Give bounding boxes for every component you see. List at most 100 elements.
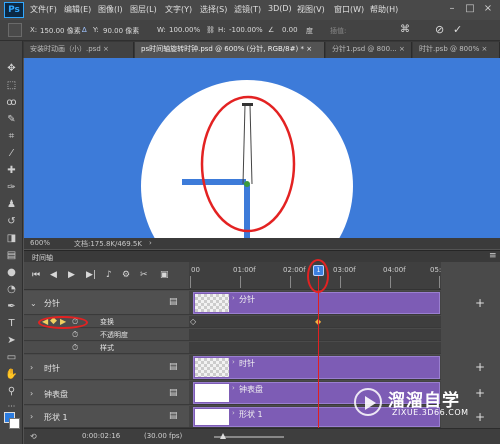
tab-document-1[interactable]: 安装时动画（小）.psd × <box>24 42 134 58</box>
playhead-line <box>318 272 319 428</box>
tab-close-icon[interactable]: × <box>103 45 109 53</box>
audio-icon[interactable]: ♪ <box>106 270 112 280</box>
layer-row-shape[interactable]: › 形状 1 ▤ <box>24 406 189 428</box>
h-field[interactable]: -100.00% <box>229 26 263 34</box>
zoom-level[interactable]: 600% <box>30 239 50 247</box>
check-icon[interactable]: ✓ <box>453 23 462 36</box>
pen-tool-icon[interactable]: ✒ <box>5 300 18 313</box>
menu-type[interactable]: 文字(Y) <box>165 4 192 15</box>
status-arrow-icon[interactable]: › <box>149 239 152 247</box>
dodge-tool-icon[interactable]: ◔ <box>5 283 18 296</box>
settings-icon[interactable]: ⚙ <box>122 270 130 280</box>
clip-hour-hand[interactable]: › 时针 <box>193 356 440 379</box>
expand-chevron-icon[interactable]: › <box>30 363 33 372</box>
blur-tool-icon[interactable]: ● <box>5 266 18 279</box>
reference-point-icon[interactable] <box>8 23 22 37</box>
menu-3d[interactable]: 3D(D) <box>268 4 292 13</box>
healing-brush-tool-icon[interactable]: ✚ <box>5 164 18 177</box>
lasso-tool-icon[interactable]: ꝏ <box>5 96 18 109</box>
convert-frames-icon[interactable]: ⟲ <box>30 432 37 441</box>
next-frame-icon[interactable]: ▶| <box>86 270 96 280</box>
eraser-tool-icon[interactable]: ◨ <box>5 232 18 245</box>
menu-file[interactable]: 文件(F) <box>30 4 57 15</box>
background-color-swatch[interactable] <box>9 418 20 429</box>
tab-close-icon[interactable]: × <box>399 45 405 53</box>
tab-label: 安装时动画（小）.psd <box>30 45 101 53</box>
stamp-tool-icon[interactable]: ♟ <box>5 198 18 211</box>
filmstrip-icon[interactable]: ▤ <box>169 388 178 398</box>
zoom-tool-icon[interactable]: ⚲ <box>5 385 18 398</box>
play-icon[interactable]: ▶ <box>68 270 75 280</box>
chain-icon[interactable]: ⛓ <box>206 26 215 34</box>
clip-thumbnail <box>195 409 229 425</box>
ruler-tick <box>290 276 291 288</box>
layer-row-clock-face[interactable]: › 钟表盘 ▤ <box>24 381 189 405</box>
tab-document-3[interactable]: 分针1.psd @ 800... × <box>326 42 412 58</box>
gradient-tool-icon[interactable]: ▤ <box>5 249 18 262</box>
document-canvas[interactable] <box>24 58 500 238</box>
tab-close-icon[interactable]: × <box>481 45 487 53</box>
layer-row-hour-hand[interactable]: › 时针 ▤ <box>24 355 189 380</box>
split-icon[interactable]: ✂ <box>140 270 148 280</box>
first-frame-icon[interactable]: ⏮ <box>32 270 40 280</box>
link-icon[interactable]: ∆ <box>82 26 87 34</box>
stopwatch-icon[interactable]: ⏱ <box>72 330 78 340</box>
rectangle-tool-icon[interactable]: ▭ <box>5 351 18 364</box>
menu-select[interactable]: 选择(S) <box>200 4 227 15</box>
sublayer-row-style[interactable]: ⏱ 样式 <box>24 342 189 354</box>
x-field[interactable]: 150.00 像素 <box>40 26 81 36</box>
menu-layer[interactable]: 图层(L) <box>130 4 157 15</box>
history-brush-tool-icon[interactable]: ↺ <box>5 215 18 228</box>
angle-field[interactable]: 0.00 <box>282 26 298 34</box>
marquee-tool-icon[interactable]: ⬚ <box>5 79 18 92</box>
quick-select-tool-icon[interactable]: ✎ <box>5 113 18 126</box>
sublayer-name: 变换 <box>100 318 114 326</box>
eyedropper-tool-icon[interactable]: ⁄ <box>5 147 18 160</box>
menu-window[interactable]: 窗口(W) <box>334 4 364 15</box>
move-tool-icon[interactable]: ✥ <box>5 62 18 75</box>
menu-help[interactable]: 帮助(H) <box>370 4 398 15</box>
crop-tool-icon[interactable]: ⌗ <box>5 130 18 143</box>
sublayer-name: 不透明度 <box>100 331 128 339</box>
minimize-button[interactable]: – <box>446 3 458 15</box>
prev-frame-icon[interactable]: ◀ <box>50 270 57 280</box>
hand-tool-icon[interactable]: ✋ <box>5 368 18 381</box>
menu-filter[interactable]: 滤镜(T) <box>234 4 261 15</box>
warp-icon[interactable]: ⌘ <box>400 24 410 35</box>
menu-image[interactable]: 图像(I) <box>98 4 123 15</box>
menu-edit[interactable]: 编辑(E) <box>64 4 91 15</box>
sublayer-row-opacity[interactable]: ⏱ 不透明度 <box>24 329 189 341</box>
add-media-icon[interactable]: + <box>474 387 486 399</box>
filmstrip-icon[interactable]: ▤ <box>169 362 178 372</box>
tab-close-icon[interactable]: × <box>306 45 312 53</box>
document-size: 文档:175.8K/469.5K <box>74 240 142 248</box>
clip-thumbnail <box>195 294 229 312</box>
clip-arrow-icon: › <box>232 294 235 302</box>
collapse-chevron-icon[interactable]: ⌄ <box>30 299 37 308</box>
tab-document-4[interactable]: 时针.psb @ 800% × <box>413 42 500 58</box>
cancel-icon[interactable]: ⊘ <box>435 23 444 36</box>
clip-minute-hand[interactable]: › 分针 <box>193 292 440 314</box>
keyframe-start-icon[interactable]: ◇ <box>190 317 196 326</box>
type-tool-icon[interactable]: T <box>5 317 18 330</box>
transition-icon[interactable]: ▣ <box>160 270 169 280</box>
expand-chevron-icon[interactable]: › <box>30 389 33 398</box>
maximize-button[interactable]: □ <box>464 3 476 15</box>
filmstrip-icon[interactable]: ▤ <box>169 297 178 307</box>
add-media-icon[interactable]: + <box>474 297 486 309</box>
w-field[interactable]: 100.00% <box>169 26 200 34</box>
panel-menu-icon[interactable]: ≡ <box>489 251 497 261</box>
add-media-icon[interactable]: + <box>474 411 486 423</box>
layer-row-minute-hand[interactable]: ⌄ 分针 ▤ <box>24 291 189 315</box>
tab-document-active[interactable]: ps时间轴旋转时钟.psd @ 600% (分针, RGB/8#) * × <box>135 42 325 58</box>
close-window-button[interactable]: × <box>482 3 494 15</box>
menu-view[interactable]: 视图(V) <box>297 4 325 15</box>
brush-tool-icon[interactable]: ✑ <box>5 181 18 194</box>
stopwatch-icon[interactable]: ⏱ <box>72 343 78 353</box>
add-media-icon[interactable]: + <box>474 361 486 373</box>
path-select-tool-icon[interactable]: ➤ <box>5 334 18 347</box>
frame-rate: (30.00 fps) <box>144 432 183 440</box>
y-field[interactable]: 90.00 像素 <box>103 26 139 36</box>
filmstrip-icon[interactable]: ▤ <box>169 411 178 421</box>
expand-chevron-icon[interactable]: › <box>30 412 33 421</box>
